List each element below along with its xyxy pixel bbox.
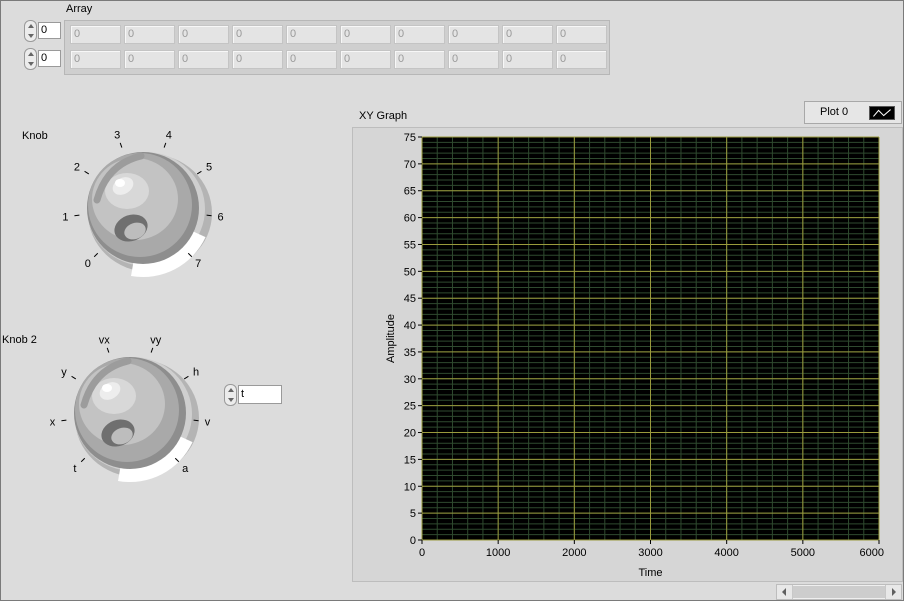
array-index-row-0[interactable]: 0 [24, 20, 62, 42]
knob-2-indicator[interactable]: t [224, 383, 284, 407]
x-tick-label: 3000 [638, 547, 662, 559]
array-index-row-1[interactable]: 0 [24, 48, 62, 70]
knob-scale-label: a [182, 463, 189, 475]
array-cell[interactable]: 0 [286, 25, 337, 44]
knob[interactable]: 0 1 2 3 4 5 6 7 [55, 128, 245, 303]
y-tick-label: 5 [410, 508, 416, 520]
x-tick-label: 1000 [486, 547, 510, 559]
knob-tick [193, 419, 199, 422]
array-label: Array [66, 3, 93, 15]
xy-graph-label: XY Graph [359, 110, 408, 122]
knob-tick [206, 214, 212, 217]
x-tick-label: 2000 [562, 547, 586, 559]
knob-tick [74, 214, 80, 217]
knob-tick [163, 142, 167, 148]
knob-scale-label: v [205, 417, 211, 429]
array-cell[interactable]: 0 [502, 50, 553, 69]
knob-tick [119, 142, 123, 148]
y-tick-label: 40 [404, 320, 416, 332]
array-cell[interactable]: 0 [448, 25, 499, 44]
knob-2-value[interactable]: t [238, 385, 282, 404]
knob-tick [71, 375, 77, 380]
array-cell[interactable]: 0 [556, 50, 607, 69]
knob-tick [150, 347, 154, 353]
y-tick-label: 15 [404, 454, 416, 466]
y-tick-label: 20 [404, 428, 416, 440]
knob-2[interactable]: t x y vx vy h v a [42, 333, 232, 508]
array-cell[interactable]: 0 [232, 25, 283, 44]
knob-scale-label: 1 [62, 212, 68, 224]
knob-2-label: Knob 2 [2, 334, 37, 346]
array-cell[interactable]: 0 [70, 50, 121, 69]
array-cell[interactable]: 0 [124, 50, 175, 69]
knob-scale-label: 0 [85, 258, 91, 270]
knob-scale-label: 3 [114, 129, 120, 141]
x-tick-label: 0 [419, 547, 425, 559]
y-tick-label: 65 [404, 186, 416, 198]
y-tick-label: 70 [404, 159, 416, 171]
plot-line-icon [869, 106, 895, 120]
x-tick-label: 6000 [860, 547, 884, 559]
knob-scale-label: h [193, 367, 199, 379]
array-cell[interactable]: 0 [178, 50, 229, 69]
array-cell[interactable]: 0 [394, 50, 445, 69]
array-cell[interactable]: 0 [232, 50, 283, 69]
knob-tick [93, 252, 99, 258]
y-tick-label: 60 [404, 213, 416, 225]
y-tick-label: 55 [404, 239, 416, 251]
scroll-left-icon[interactable] [777, 585, 793, 599]
array-cell[interactable]: 0 [70, 25, 121, 44]
index-spinner-icon[interactable] [24, 20, 37, 42]
y-tick-label: 75 [404, 132, 416, 144]
knob-scale-label: 6 [217, 212, 223, 224]
knob-scale-label: 2 [74, 162, 80, 174]
y-tick-label: 25 [404, 401, 416, 413]
scroll-thumb[interactable] [793, 586, 885, 598]
y-tick-label: 30 [404, 374, 416, 386]
knob-scale-label: x [50, 417, 56, 429]
array-index-value[interactable]: 0 [38, 50, 61, 67]
array-cell[interactable]: 0 [502, 25, 553, 44]
xy-graph[interactable]: 0 5 10 15 20 25 30 35 40 45 50 55 60 65 70 75 0 1000 2000 3… [352, 127, 903, 582]
y-tick-label: 45 [404, 293, 416, 305]
x-axis-title: Time [638, 567, 662, 579]
knob-2-spinner-icon[interactable] [224, 384, 237, 406]
y-tick-label: 0 [410, 535, 416, 547]
graph-horizontal-scrollbar[interactable] [776, 584, 902, 600]
knob-tick [84, 170, 90, 175]
array-cell[interactable]: 0 [178, 25, 229, 44]
array-cell[interactable]: 0 [394, 25, 445, 44]
array-frame: 00000000000000000000 [64, 20, 610, 75]
y-tick-label: 10 [404, 481, 416, 493]
array-cell[interactable]: 0 [556, 25, 607, 44]
knob-scale-label: 4 [166, 129, 172, 141]
plot-legend-name: Plot 0 [820, 106, 849, 118]
plot-legend[interactable]: Plot 0 [804, 101, 902, 124]
array-cell[interactable]: 0 [340, 50, 391, 69]
knob-scale-label: t [73, 463, 76, 475]
knob-scale-label: vx [99, 334, 111, 346]
knob-scale-label: 7 [195, 258, 201, 270]
knob-label: Knob [22, 130, 48, 142]
knob-tick [196, 170, 202, 175]
array-index-value[interactable]: 0 [38, 22, 61, 39]
knob-scale-label: 5 [206, 162, 212, 174]
index-spinner-icon[interactable] [24, 48, 37, 70]
knob-scale-label: vy [150, 334, 162, 346]
array-cell[interactable]: 0 [124, 25, 175, 44]
knob-tick [106, 347, 110, 353]
array-cell[interactable]: 0 [286, 50, 337, 69]
y-tick-label: 50 [404, 266, 416, 278]
y-tick-label: 35 [404, 347, 416, 359]
y-axis-title: Amplitude [385, 314, 397, 363]
knob-scale-label: y [61, 367, 67, 379]
knob-tick [183, 375, 189, 380]
array-cell[interactable]: 0 [448, 50, 499, 69]
array-cell[interactable]: 0 [340, 25, 391, 44]
knob-tick [61, 419, 67, 422]
x-tick-label: 5000 [791, 547, 815, 559]
knob-tick [80, 457, 86, 463]
x-tick-label: 4000 [714, 547, 738, 559]
scroll-right-icon[interactable] [885, 585, 901, 599]
